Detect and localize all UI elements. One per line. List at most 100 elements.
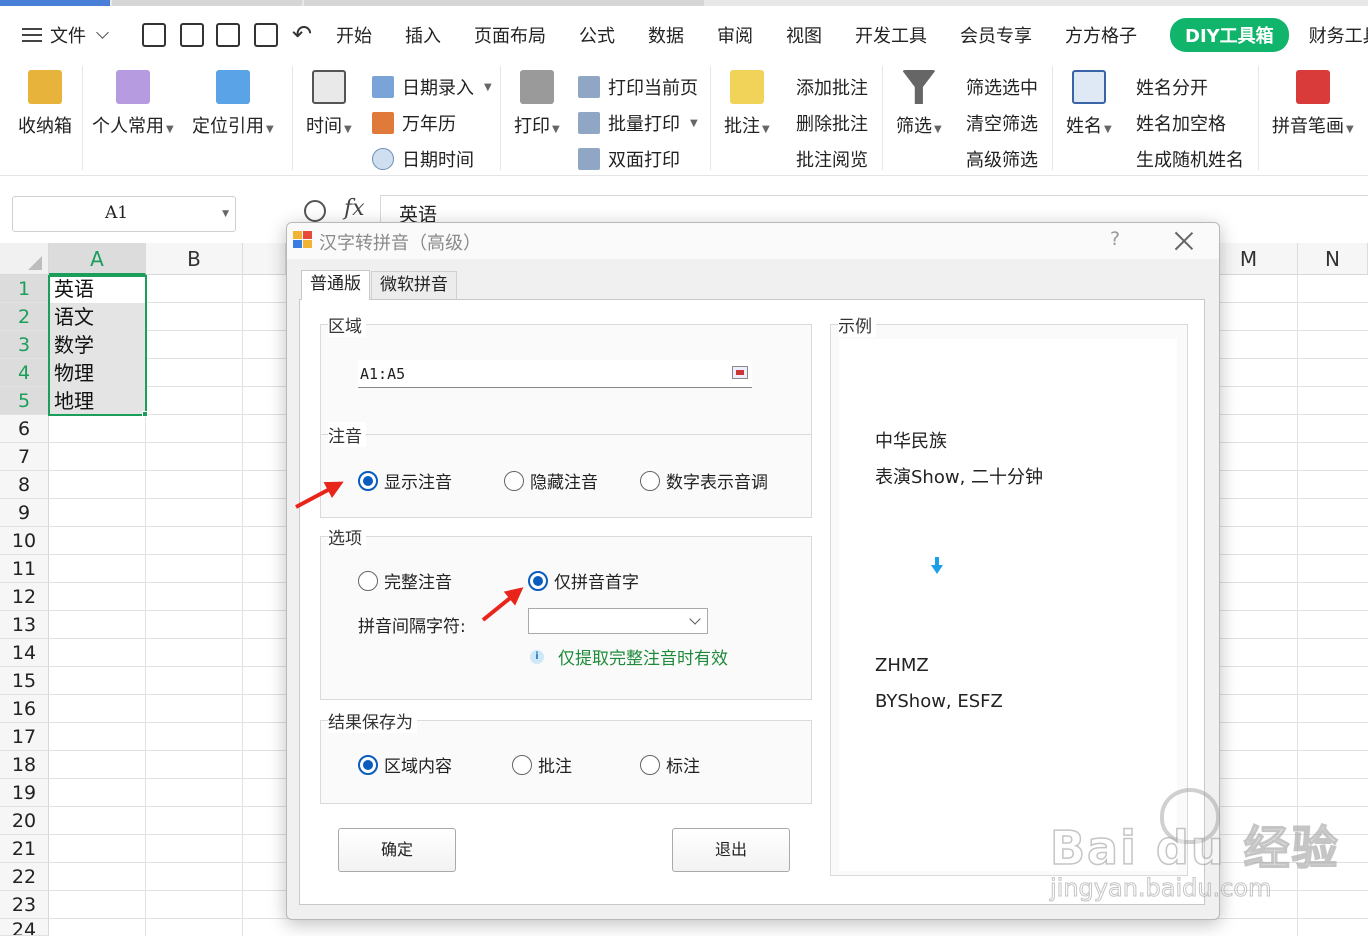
close-icon[interactable] <box>1173 230 1195 252</box>
chevron-down-icon[interactable]: ▼ <box>222 209 229 219</box>
filter-button[interactable]: 筛选 ▼ <box>896 70 942 138</box>
window-tab[interactable] <box>304 0 704 6</box>
save-icon[interactable] <box>142 23 166 47</box>
delete-comment-button[interactable]: 删除批注 <box>796 110 868 136</box>
tab-review[interactable]: 审阅 <box>717 22 753 48</box>
row-header[interactable]: 22 <box>0 863 49 891</box>
tab-developer[interactable]: 开发工具 <box>855 22 927 48</box>
row-header[interactable]: 8 <box>0 471 49 499</box>
radio-hide-phonetic[interactable]: 隐藏注音 <box>504 468 598 493</box>
radio-initial-only[interactable]: 仅拼音首字 <box>528 568 639 593</box>
undo-icon[interactable]: ↶ <box>292 22 316 47</box>
row-header[interactable]: 17 <box>0 723 49 751</box>
column-header-c[interactable] <box>243 243 286 275</box>
datetime-button[interactable]: 日期时间 <box>372 146 474 172</box>
row-header[interactable]: 7 <box>0 443 49 471</box>
read-comment-button[interactable]: 批注阅览 <box>796 146 868 172</box>
tab-microsoft-pinyin[interactable]: 微软拼音 <box>371 271 457 299</box>
chevron-down-icon[interactable] <box>689 613 701 625</box>
row-header[interactable]: 13 <box>0 611 49 639</box>
row-header[interactable]: 21 <box>0 835 49 863</box>
radio-annotation[interactable]: 标注 <box>640 752 700 777</box>
window-tab-active[interactable] <box>0 0 110 6</box>
tab-diy-toolbox[interactable]: DIY工具箱 <box>1170 18 1289 52</box>
filter-selected-button[interactable]: 筛选选中 <box>966 74 1038 100</box>
print-preview-icon[interactable] <box>254 23 278 47</box>
name-box[interactable]: A1 ▼ <box>12 196 236 232</box>
add-comment-button[interactable]: 添加批注 <box>796 74 868 100</box>
tab-formulas[interactable]: 公式 <box>579 22 615 48</box>
random-name-button[interactable]: 生成随机姓名 <box>1136 146 1244 172</box>
row-header[interactable]: 5 <box>0 387 49 415</box>
range-input[interactable]: A1:A5 <box>358 360 752 388</box>
time-button[interactable]: 时间 ▼ <box>306 70 352 138</box>
split-name-button[interactable]: 姓名分开 <box>1136 74 1208 100</box>
row-header[interactable]: 6 <box>0 415 49 443</box>
row-header[interactable]: 24 <box>0 919 49 936</box>
tab-finance[interactable]: 财务工具 <box>1309 22 1368 48</box>
tab-view[interactable]: 视图 <box>786 22 822 48</box>
advanced-filter-button[interactable]: 高级筛选 <box>966 146 1038 172</box>
print-button[interactable]: 打印 ▼ <box>514 70 560 138</box>
row-header[interactable]: 16 <box>0 695 49 723</box>
row-header[interactable]: 9 <box>0 499 49 527</box>
date-entry-button[interactable]: 日期录入 ▼ <box>372 74 492 100</box>
column-header-n[interactable]: N <box>1298 243 1368 275</box>
row-header[interactable]: 23 <box>0 891 49 919</box>
radio-comment[interactable]: 批注 <box>512 752 572 777</box>
locate-button[interactable]: 定位引用 ▼ <box>192 70 274 138</box>
range-picker-icon[interactable] <box>732 366 748 379</box>
zoom-icon[interactable] <box>304 200 326 222</box>
file-menu-label: 文件 <box>50 26 86 47</box>
tab-page-layout[interactable]: 页面布局 <box>474 22 546 48</box>
row-header[interactable]: 12 <box>0 583 49 611</box>
storage-button[interactable]: 收纳箱 <box>18 70 72 138</box>
duplex-print-button[interactable]: 双面打印 <box>578 146 680 172</box>
ok-button[interactable]: 确定 <box>338 828 456 872</box>
tab-fangfang[interactable]: 方方格子 <box>1065 22 1137 48</box>
select-all-corner[interactable] <box>0 243 49 275</box>
exit-button[interactable]: 退出 <box>672 828 790 872</box>
pinyin-stroke-button[interactable]: 拼音笔画 ▼ <box>1272 70 1354 138</box>
tab-home[interactable]: 开始 <box>336 22 372 48</box>
clear-filter-button[interactable]: 清空筛选 <box>966 110 1038 136</box>
window-tab[interactable] <box>112 0 302 6</box>
row-header[interactable]: 19 <box>0 779 49 807</box>
row-header[interactable]: 1 <box>0 275 49 303</box>
print-icon[interactable] <box>216 23 240 47</box>
column-header-a[interactable]: A <box>49 243 146 275</box>
tab-member[interactable]: 会员专享 <box>960 22 1032 48</box>
separator-select[interactable] <box>528 608 708 634</box>
radio-full-phonetic[interactable]: 完整注音 <box>358 568 452 593</box>
row-header[interactable]: 15 <box>0 667 49 695</box>
row-header[interactable]: 11 <box>0 555 49 583</box>
row-header[interactable]: 18 <box>0 751 49 779</box>
row-header[interactable]: 14 <box>0 639 49 667</box>
file-menu[interactable]: 文件 <box>22 22 109 48</box>
tab-insert[interactable]: 插入 <box>405 22 441 48</box>
tab-data[interactable]: 数据 <box>648 22 684 48</box>
row-header[interactable]: 20 <box>0 807 49 835</box>
print-current-button[interactable]: 打印当前页 <box>578 74 698 100</box>
radio-numeric-tone[interactable]: 数字表示音调 <box>640 468 768 493</box>
column-header-b[interactable]: B <box>146 243 243 275</box>
radio-region-content[interactable]: 区域内容 <box>358 752 452 777</box>
export-icon[interactable] <box>180 23 204 47</box>
tab-normal[interactable]: 普通版 <box>301 270 370 300</box>
row-header[interactable]: 2 <box>0 303 49 331</box>
row-header[interactable]: 3 <box>0 331 49 359</box>
name-space-button[interactable]: 姓名加空格 <box>1136 110 1226 136</box>
radio-dot <box>504 470 524 491</box>
comment-button[interactable]: 批注 ▼ <box>724 70 770 138</box>
dialog-title-bar[interactable]: 汉字转拼音（高级） ? <box>287 223 1219 259</box>
calendar-button[interactable]: 万年历 <box>372 110 456 136</box>
name-button[interactable]: 姓名 ▼ <box>1066 70 1112 138</box>
row-header[interactable]: 10 <box>0 527 49 555</box>
personal-button[interactable]: 个人常用 ▼ <box>92 70 174 138</box>
fill-handle[interactable] <box>142 411 148 417</box>
fx-icon[interactable]: fx <box>344 196 365 221</box>
help-icon[interactable]: ? <box>1110 228 1120 250</box>
batch-print-button[interactable]: 批量打印 ▼ <box>578 110 698 136</box>
row-header[interactable]: 4 <box>0 359 49 387</box>
radio-show-phonetic[interactable]: 显示注音 <box>358 468 452 493</box>
